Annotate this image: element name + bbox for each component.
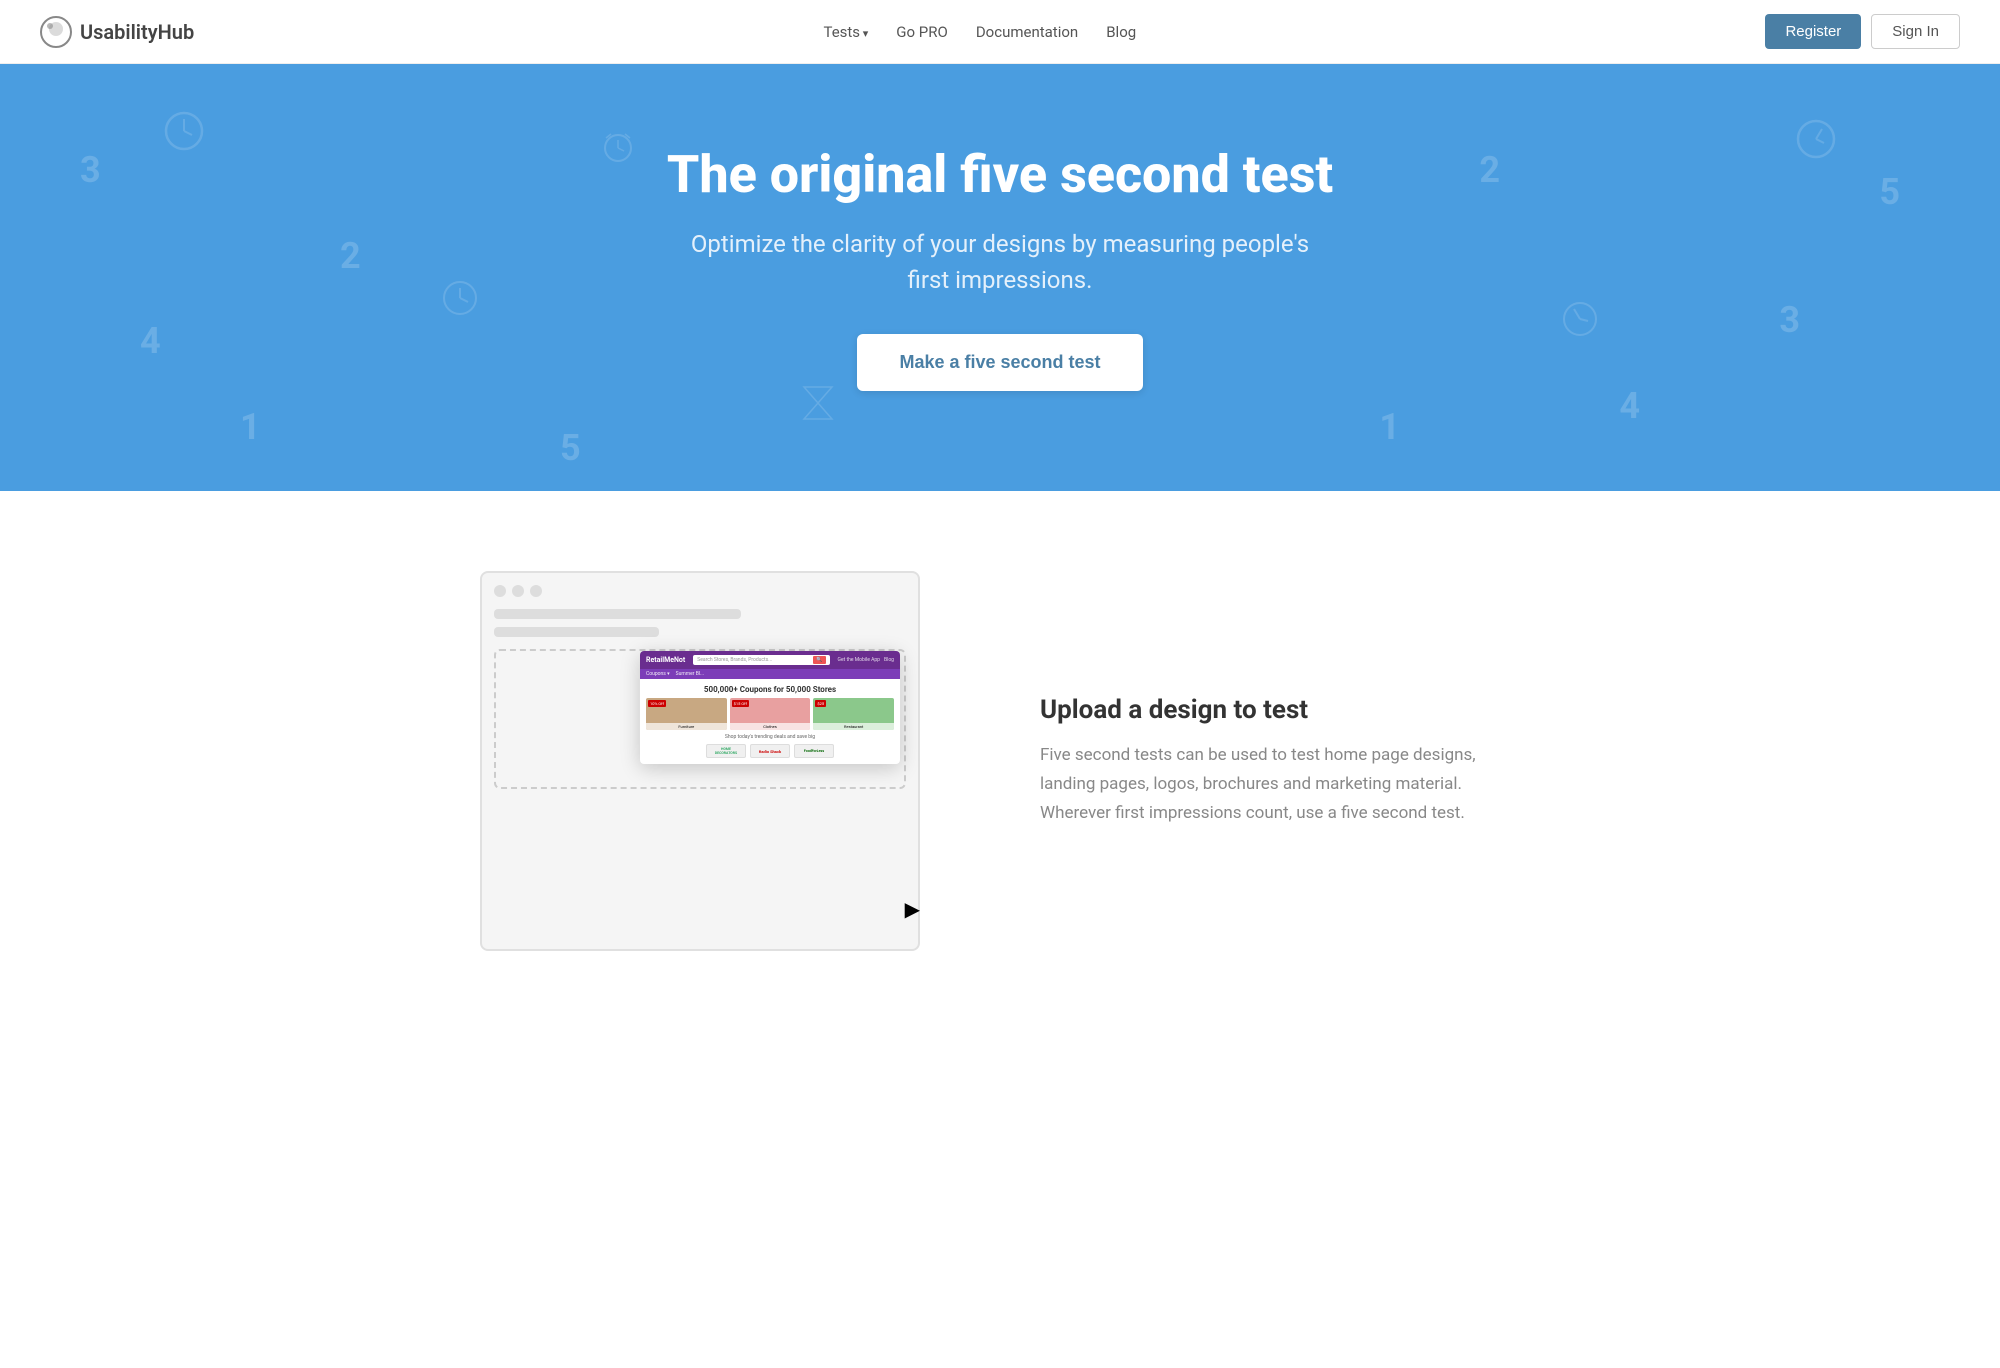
content-line-2 [494,627,659,637]
nav-tests[interactable]: Tests [823,23,868,41]
logo-text: UsabilityHub [80,20,194,44]
deco-num-2: 4 [140,320,161,362]
browser-content-lines [494,609,906,637]
browser-dots [494,585,906,597]
ss-product-3: $25 Restaurant [813,698,894,730]
logo[interactable]: UsabilityHub [40,16,194,48]
navbar: UsabilityHub Tests Go PRO Documentation … [0,0,2000,64]
ss-badge-3: $25 [815,700,826,707]
ss-search-placeholder: Search Stores, Brands, Products... [697,657,813,663]
ss-product-label-2: Clothes [730,723,811,730]
cursor-icon: ▶ [905,897,920,921]
logo-icon [40,16,72,48]
nav-blog[interactable]: Blog [1106,23,1136,41]
signin-button[interactable]: Sign In [1871,14,1960,49]
ss-coupons: Coupons ▾ [646,671,670,677]
ss-brand-logos: HOMEDECORATORS Radio Shack FoodForLess [646,744,894,758]
hero-section: 3 4 1 2 5 3 4 2 5 1 [0,64,2000,491]
ss-nav-item-1: Get the Mobile App [838,657,880,663]
deco-hourglass [800,385,836,421]
section-body: Five second tests can be used to test ho… [1040,741,1520,828]
ss-product-2: $15 Off Clothes [730,698,811,730]
nav-links: Tests Go PRO Documentation Blog [823,23,1136,41]
content-line-1 [494,609,741,619]
section-title: Upload a design to test [1040,695,1520,725]
browser-dot-1 [494,585,506,597]
inner-screenshot: RetailMeNot Search Stores, Brands, Produ… [640,651,900,764]
deco-clock-1 [440,278,480,318]
deco-num-6: 3 [1779,299,1800,341]
deco-clock-2 [1560,299,1600,339]
ss-brand-1: HOMEDECORATORS [706,744,746,758]
ss-products: 10% Off Furniture $15 Off Clothes $25 Re… [646,698,894,730]
ss-badge-1: 10% Off [648,700,666,707]
ss-sub-text: Shop today's trending deals and save big [646,734,894,740]
ss-logo: RetailMeNot [646,656,685,664]
ss-badge-2: $15 Off [732,700,749,707]
content-section: ↑ RetailMeNot Search Stores, Brands, Pro… [400,491,1600,1031]
deco-num-4: 2 [340,235,361,277]
ss-product-1: 10% Off Furniture [646,698,727,730]
ss-hero-area: 500,000+ Coupons for 50,000 Stores 10% O… [640,679,900,764]
nav-buttons: Register Sign In [1765,14,1960,49]
nav-pro[interactable]: Go PRO [896,23,948,41]
deco-num-10: 1 [1379,406,1400,448]
nav-documentation[interactable]: Documentation [976,23,1078,41]
hero-cta-button[interactable]: Make a five second test [857,334,1142,391]
ss-hero-title: 500,000+ Coupons for 50,000 Stores [646,685,894,694]
deco-num-3: 1 [240,406,261,448]
ss-search-btn: 🔍 [813,656,825,664]
register-button[interactable]: Register [1765,14,1861,49]
text-side: Upload a design to test Five second test… [1040,695,1520,828]
hero-title: The original five second test [40,144,1960,206]
ss-summer: Summer Bl... [676,671,704,677]
browser-dot-2 [512,585,524,597]
ss-product-label-3: Restaurant [813,723,894,730]
ss-brand-3: FoodForLess [794,744,834,758]
deco-num-7: 4 [1619,385,1640,427]
ss-header: RetailMeNot Search Stores, Brands, Produ… [640,651,900,669]
ss-purple-bar: Coupons ▾ Summer Bl... [640,669,900,679]
ss-product-label-1: Furniture [646,723,727,730]
browser-dot-3 [530,585,542,597]
mockup-container: ↑ RetailMeNot Search Stores, Brands, Pro… [480,571,960,951]
ss-nav-item-2: Blog [884,657,894,663]
deco-num-9: 5 [560,427,581,469]
ss-brand-2: Radio Shack [750,744,790,758]
hero-subtitle: Optimize the clarity of your designs by … [680,226,1320,298]
ss-nav-items: Get the Mobile App Blog [838,657,894,663]
